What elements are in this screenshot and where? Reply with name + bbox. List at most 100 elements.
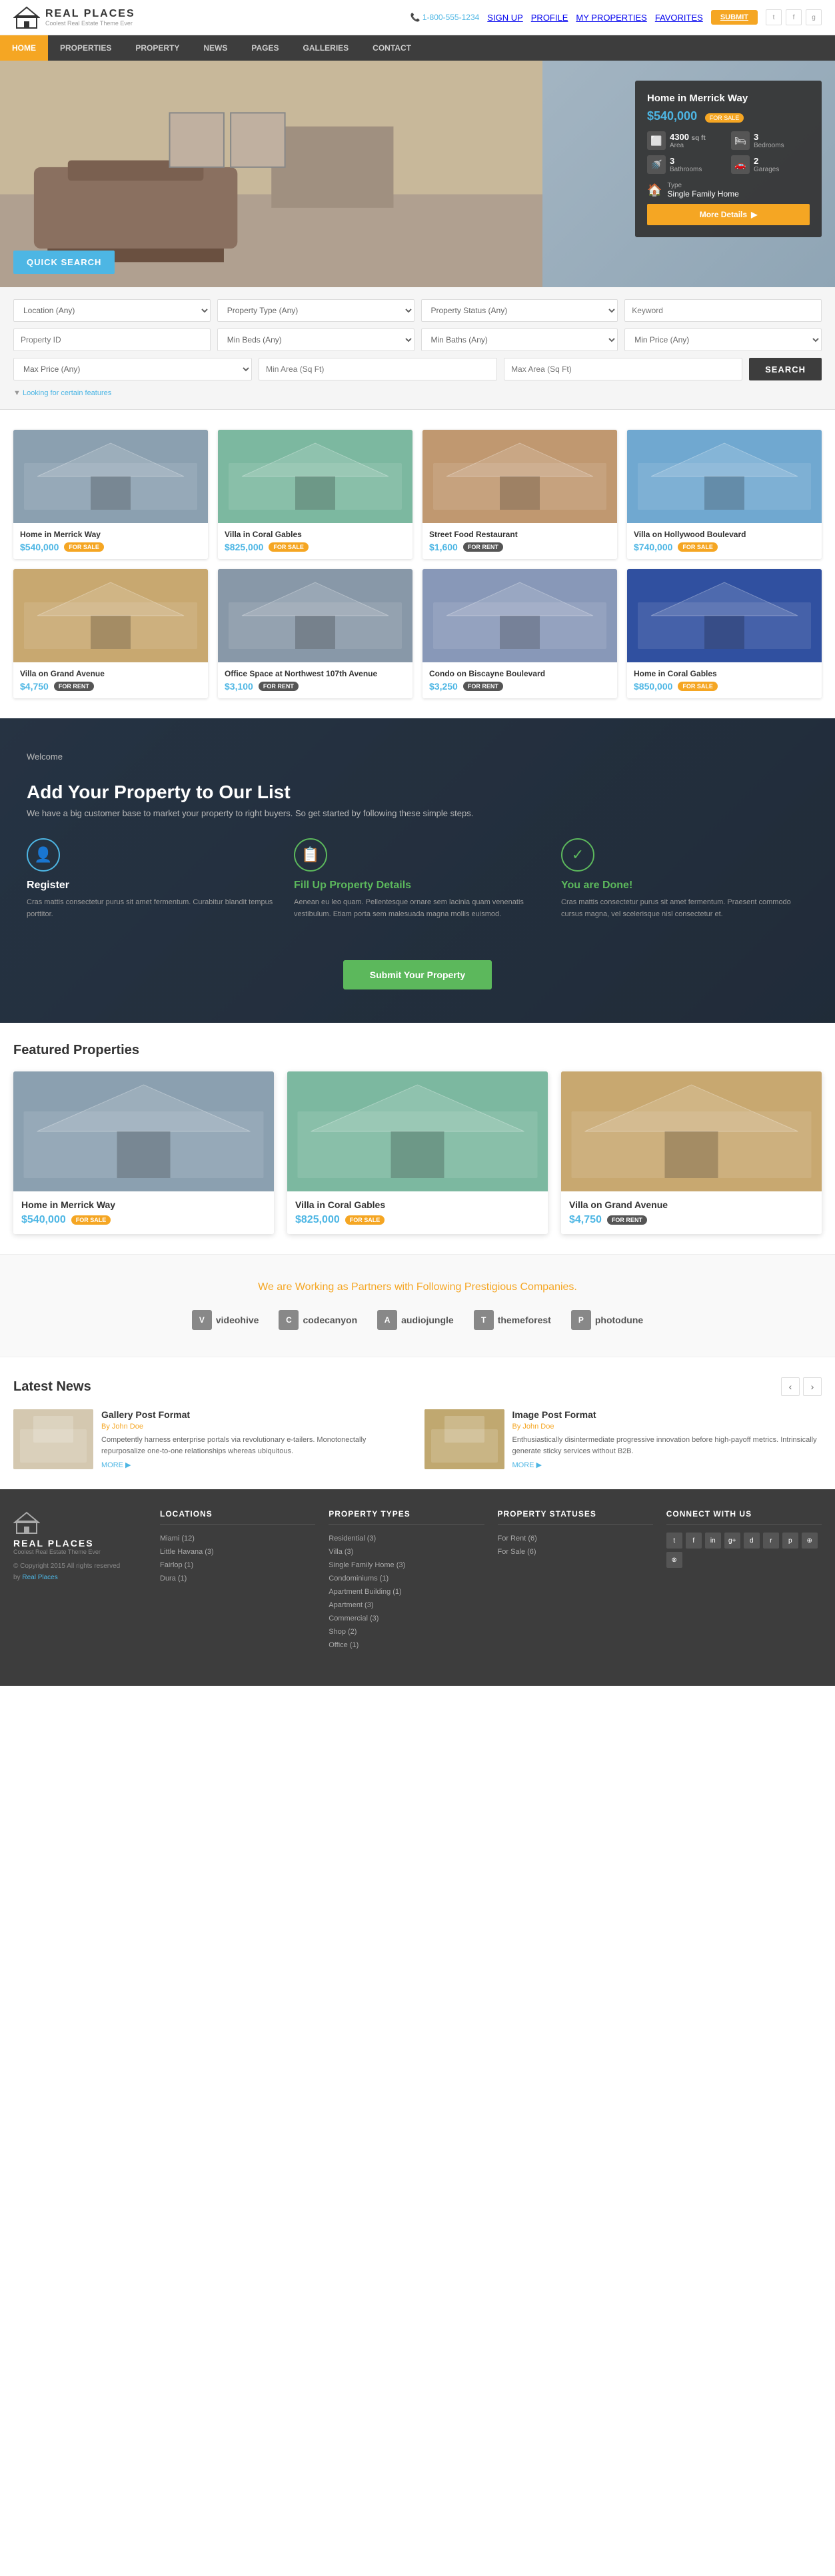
property-image: [627, 430, 822, 523]
news-grid: Gallery Post Format By John Doe Competen…: [13, 1409, 822, 1469]
featured-card[interactable]: Villa in Coral Gables $825,000 FOR SALE: [287, 1071, 548, 1234]
min-area-input[interactable]: [259, 358, 497, 380]
bathrooms-icon: 🚿: [647, 155, 666, 174]
footer-link[interactable]: Dura (1): [160, 1575, 187, 1583]
footer-social-icon[interactable]: ⊗: [666, 1552, 682, 1568]
partner-icon: V: [192, 1310, 212, 1330]
garages-icon: 🚗: [731, 155, 750, 174]
favorites-link[interactable]: FAVORITES: [655, 13, 703, 23]
featured-card[interactable]: Villa on Grand Avenue $4,750 FOR RENT: [561, 1071, 822, 1234]
sign-up-link[interactable]: SIGN UP: [487, 13, 522, 23]
footer-social-icon[interactable]: ⊕: [802, 1533, 818, 1549]
property-price: $825,000: [225, 542, 263, 552]
property-price: $850,000: [634, 681, 672, 692]
news-title: Gallery Post Format: [101, 1409, 411, 1420]
property-card[interactable]: Home in Merrick Way $540,000 FOR SALE: [13, 430, 208, 559]
search-button[interactable]: SEARCH: [749, 358, 822, 380]
property-card[interactable]: Condo on Biscayne Boulevard $3,250 FOR R…: [422, 569, 617, 698]
property-card[interactable]: Office Space at Northwest 107th Avenue $…: [218, 569, 413, 698]
search-section: Location (Any) Property Type (Any) Prope…: [0, 287, 835, 410]
my-properties-link[interactable]: MY PROPERTIES: [576, 13, 646, 23]
footer-social-icon[interactable]: g+: [724, 1533, 740, 1549]
footer-link[interactable]: Apartment Building (1): [329, 1588, 401, 1596]
quick-search-button[interactable]: QUICK SEARCH: [13, 251, 115, 274]
footer-link[interactable]: Residential (3): [329, 1535, 376, 1543]
nav-pages[interactable]: PAGES: [239, 35, 291, 61]
footer-list-item: For Sale (6): [498, 1546, 653, 1556]
property-id-input[interactable]: [13, 328, 211, 351]
property-type-select[interactable]: Property Type (Any): [217, 299, 415, 322]
facebook-icon[interactable]: f: [786, 9, 802, 25]
featured-card[interactable]: Home in Merrick Way $540,000 FOR SALE: [13, 1071, 274, 1234]
add-property-section: Welcome Add Your Property to Our List We…: [0, 718, 835, 1023]
profile-link[interactable]: PROFILE: [531, 13, 568, 23]
property-card[interactable]: Home in Coral Gables $850,000 FOR SALE: [627, 569, 822, 698]
property-card[interactable]: Villa in Coral Gables $825,000 FOR SALE: [218, 430, 413, 559]
nav-properties[interactable]: PROPERTIES: [48, 35, 123, 61]
footer-list-item: Apartment (3): [329, 1599, 484, 1609]
property-price: $740,000: [634, 542, 672, 552]
property-status-select[interactable]: Property Status (Any): [421, 299, 618, 322]
news-more-link[interactable]: MORE ▶: [512, 1461, 822, 1469]
footer-social-icon[interactable]: r: [763, 1533, 779, 1549]
footer-link[interactable]: Miami (12): [160, 1535, 195, 1543]
footer-brand: REAL PLACES Coolest Real Estate Theme Ev…: [13, 1509, 147, 1652]
more-details-button[interactable]: More Details ▶: [647, 204, 810, 225]
partner-logo-videohive: V videohive: [192, 1310, 259, 1330]
footer-link[interactable]: For Sale (6): [498, 1548, 536, 1556]
footer-brand-link[interactable]: Real Places: [22, 1574, 57, 1581]
property-status-badge: FOR RENT: [463, 542, 503, 552]
footer-link[interactable]: Single Family Home (3): [329, 1561, 405, 1569]
min-price-select[interactable]: Min Price (Any): [624, 328, 822, 351]
latest-news-section: Latest News ‹ › Gallery Post Format By J…: [0, 1357, 835, 1489]
footer-link[interactable]: Fairlop (1): [160, 1561, 193, 1569]
property-price: $540,000: [20, 542, 59, 552]
footer-link[interactable]: Shop (2): [329, 1628, 357, 1636]
submit-property-button[interactable]: Submit Your Property: [343, 960, 492, 989]
copyright-text: © Copyright 2015 All rights reserved: [13, 1561, 147, 1572]
location-select[interactable]: Location (Any): [13, 299, 211, 322]
news-next-button[interactable]: ›: [803, 1377, 822, 1396]
hero-stat-bathrooms: 🚿 3 Bathrooms: [647, 155, 726, 174]
nav-contact[interactable]: CONTACT: [361, 35, 423, 61]
footer-link[interactable]: Little Havana (3): [160, 1548, 214, 1556]
nav-property[interactable]: PROPERTY: [123, 35, 191, 61]
googleplus-icon[interactable]: g: [806, 9, 822, 25]
news-text: Competently harness enterprise portals v…: [101, 1435, 411, 1457]
footer-social-icon[interactable]: in: [705, 1533, 721, 1549]
min-beds-select[interactable]: Min Beds (Any): [217, 328, 415, 351]
news-prev-button[interactable]: ‹: [781, 1377, 800, 1396]
submit-button[interactable]: SUBMIT: [711, 10, 758, 25]
footer-social-icon[interactable]: p: [782, 1533, 798, 1549]
nav-news[interactable]: NEWS: [191, 35, 239, 61]
max-area-input[interactable]: [504, 358, 742, 380]
property-card[interactable]: Villa on Hollywood Boulevard $740,000 FO…: [627, 430, 822, 559]
step-fill-details: 📋 Fill Up Property Details Aenean eu leo…: [294, 838, 541, 940]
footer-link[interactable]: For Rent (6): [498, 1535, 537, 1543]
min-baths-select[interactable]: Min Baths (Any): [421, 328, 618, 351]
nav-home[interactable]: HOME: [0, 35, 48, 61]
footer-list-item: Little Havana (3): [160, 1546, 315, 1556]
features-link[interactable]: Looking for certain features: [23, 389, 111, 397]
twitter-icon[interactable]: t: [766, 9, 782, 25]
main-nav: HOME PROPERTIES PROPERTY NEWS PAGES GALL…: [0, 35, 835, 61]
footer-social-icon[interactable]: d: [744, 1533, 760, 1549]
footer-link[interactable]: Office (1): [329, 1641, 359, 1649]
footer-social-icon[interactable]: t: [666, 1533, 682, 1549]
footer-link[interactable]: Condominiums (1): [329, 1575, 389, 1583]
property-title: Condo on Biscayne Boulevard: [429, 669, 610, 678]
property-card[interactable]: Street Food Restaurant $1,600 FOR RENT: [422, 430, 617, 559]
news-more-link[interactable]: MORE ▶: [101, 1461, 411, 1469]
property-card[interactable]: Villa on Grand Avenue $4,750 FOR RENT: [13, 569, 208, 698]
bathrooms-value: 3: [670, 156, 702, 166]
footer-link[interactable]: Commercial (3): [329, 1614, 379, 1622]
footer-link[interactable]: Villa (3): [329, 1548, 353, 1556]
footer-property-statuses: PROPERTY STATUSES For Rent (6)For Sale (…: [498, 1509, 653, 1652]
keyword-input[interactable]: [624, 299, 822, 322]
nav-galleries[interactable]: GALLERIES: [291, 35, 361, 61]
step1-text: Cras mattis consectetur purus sit amet f…: [27, 897, 274, 920]
max-price-select[interactable]: Max Price (Any): [13, 358, 252, 380]
footer: REAL PLACES Coolest Real Estate Theme Ev…: [0, 1489, 835, 1686]
footer-link[interactable]: Apartment (3): [329, 1601, 373, 1609]
footer-social-icon[interactable]: f: [686, 1533, 702, 1549]
